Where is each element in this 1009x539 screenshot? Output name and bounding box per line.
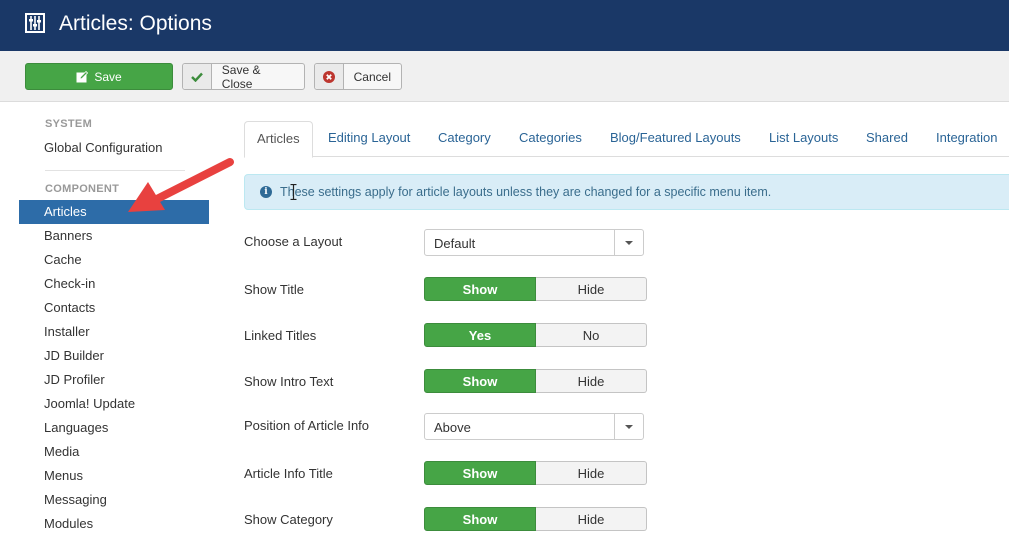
- field-label: Choose a Layout: [244, 234, 343, 249]
- toggle-option-hide[interactable]: Hide: [536, 507, 647, 531]
- sidebar-item-languages[interactable]: Languages: [19, 416, 209, 440]
- sidebar-item-installer[interactable]: Installer: [19, 320, 209, 344]
- check-icon: [183, 64, 212, 89]
- sidebar-item-banners[interactable]: Banners: [19, 224, 209, 248]
- select-value: Above: [434, 420, 471, 435]
- sidebar-item-jd-profiler[interactable]: JD Profiler: [19, 368, 209, 392]
- page-header: Articles: Options: [0, 0, 1009, 51]
- cancel-label: Cancel: [353, 69, 391, 84]
- sidebar-item-messaging[interactable]: Messaging: [19, 488, 209, 512]
- field-show-title: Show Title Show Hide: [244, 277, 664, 303]
- options-sliders-icon: [25, 13, 45, 33]
- sidebar-heading-component: COMPONENT: [45, 183, 120, 195]
- cancel-circle-icon: [315, 64, 344, 89]
- alert-text: These settings apply for article layouts…: [280, 185, 772, 199]
- article-info-title-toggle: Show Hide: [424, 461, 647, 485]
- sidebar-item-joomla-update[interactable]: Joomla! Update: [19, 392, 209, 416]
- save-label: Save: [94, 69, 122, 84]
- sidebar-item-modules[interactable]: Modules: [19, 512, 209, 536]
- tab-shared[interactable]: Shared: [854, 121, 920, 157]
- toggle-option-hide[interactable]: Hide: [536, 369, 647, 393]
- info-alert: i These settings apply for article layou…: [244, 174, 1009, 210]
- text-cursor-icon: [290, 184, 297, 200]
- page-title: Articles: Options: [59, 12, 212, 35]
- show-category-toggle: Show Hide: [424, 507, 647, 531]
- save-close-button[interactable]: Save & Close: [182, 62, 305, 91]
- tab-integration[interactable]: Integration: [924, 121, 1009, 157]
- toggle-option-show[interactable]: Show: [424, 507, 536, 531]
- toggle-option-hide[interactable]: Hide: [536, 461, 647, 485]
- tab-editing-layout[interactable]: Editing Layout: [316, 121, 422, 157]
- field-choose-layout: Choose a Layout Default: [244, 229, 664, 256]
- sidebar-item-contacts[interactable]: Contacts: [19, 296, 209, 320]
- sidebar: SYSTEM Global Configuration COMPONENT Ar…: [19, 118, 209, 536]
- cancel-button[interactable]: Cancel: [314, 63, 402, 90]
- save-close-label: Save & Close: [221, 62, 261, 91]
- sidebar-item-cache[interactable]: Cache: [19, 248, 209, 272]
- field-linked-titles: Linked Titles Yes No: [244, 323, 664, 349]
- article-info-position-select[interactable]: Above: [424, 413, 644, 440]
- tab-category[interactable]: Category: [426, 121, 503, 157]
- sidebar-item-articles[interactable]: Articles: [19, 200, 209, 224]
- sidebar-item-check-in[interactable]: Check-in: [19, 272, 209, 296]
- toggle-option-show[interactable]: Show: [424, 277, 536, 301]
- show-title-toggle: Show Hide: [424, 277, 647, 301]
- field-label: Article Info Title: [244, 466, 333, 481]
- sidebar-item-jd-builder[interactable]: JD Builder: [19, 344, 209, 368]
- info-icon: i: [260, 186, 272, 198]
- edit-icon: [76, 70, 89, 83]
- layout-select[interactable]: Default: [424, 229, 644, 256]
- toggle-option-no[interactable]: No: [536, 323, 647, 347]
- field-label: Show Title: [244, 282, 304, 297]
- field-show-intro-text: Show Intro Text Show Hide: [244, 369, 664, 395]
- toolbar: Save Save & Close Cancel: [0, 51, 1009, 102]
- sidebar-heading-system: SYSTEM: [45, 118, 93, 130]
- field-show-category: Show Category Show Hide: [244, 507, 664, 533]
- linked-titles-toggle: Yes No: [424, 323, 647, 347]
- show-intro-text-toggle: Show Hide: [424, 369, 647, 393]
- field-label: Show Category: [244, 512, 333, 527]
- tab-list-layouts[interactable]: List Layouts: [757, 121, 850, 157]
- field-label: Linked Titles: [244, 328, 317, 343]
- tab-categories[interactable]: Categories: [507, 121, 594, 157]
- field-article-info-title: Article Info Title Show Hide: [244, 461, 664, 487]
- toggle-option-show[interactable]: Show: [424, 369, 536, 393]
- sidebar-item-global-configuration[interactable]: Global Configuration: [19, 136, 209, 160]
- save-button[interactable]: Save: [25, 63, 173, 90]
- select-value: Default: [434, 236, 476, 251]
- tab-articles[interactable]: Articles: [244, 121, 313, 158]
- options-tabs: Articles Editing Layout Category Categor…: [244, 121, 1009, 158]
- sidebar-item-menus[interactable]: Menus: [19, 464, 209, 488]
- sidebar-item-media[interactable]: Media: [19, 440, 209, 464]
- tab-blog-featured-layouts[interactable]: Blog/Featured Layouts: [598, 121, 753, 157]
- sidebar-divider: [45, 170, 185, 171]
- field-position-article-info: Position of Article Info Above: [244, 413, 664, 440]
- toggle-option-show[interactable]: Show: [424, 461, 536, 485]
- field-label: Position of Article Info: [244, 418, 370, 433]
- toggle-option-hide[interactable]: Hide: [536, 277, 647, 301]
- chevron-down-icon: [614, 230, 643, 255]
- field-label: Show Intro Text: [244, 374, 334, 389]
- chevron-down-icon: [614, 414, 643, 439]
- toggle-option-yes[interactable]: Yes: [424, 323, 536, 347]
